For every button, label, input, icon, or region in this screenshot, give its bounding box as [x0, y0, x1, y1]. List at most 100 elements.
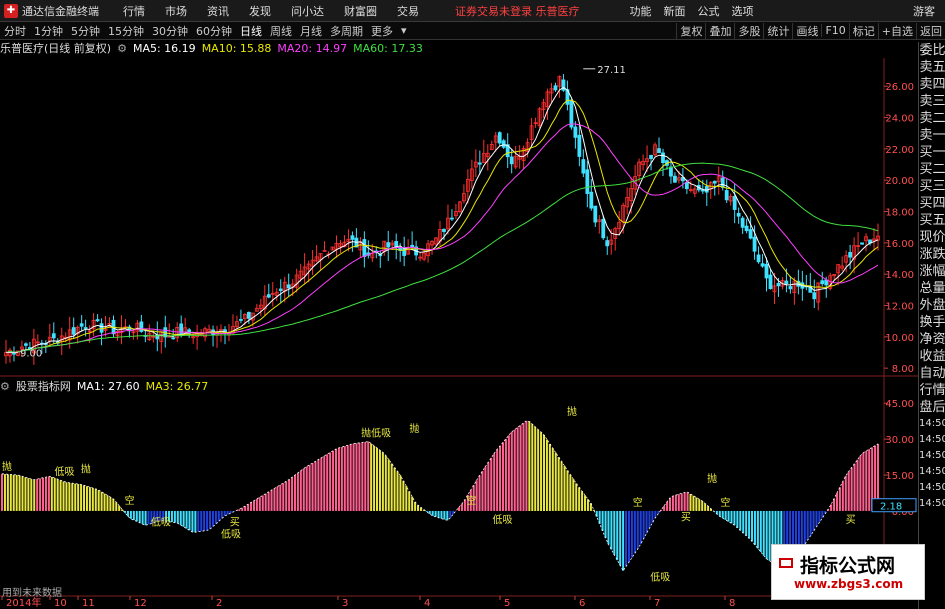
candle-body — [649, 154, 653, 159]
button-f10[interactable]: F10 — [821, 24, 848, 37]
button-overlay[interactable]: 叠加 — [705, 22, 734, 39]
candle-body — [593, 205, 598, 223]
menu-item-ask[interactable]: 问小达 — [291, 3, 324, 19]
button-add-watchlist[interactable]: +自选 — [877, 22, 916, 39]
candle-body — [79, 323, 84, 327]
signal-label: 抛 — [2, 460, 12, 473]
side-panel-label: 委比 — [919, 43, 945, 58]
watermark-url: www.zbgs3.com — [794, 577, 904, 591]
candle-body — [748, 229, 753, 239]
x-tick-label: 6 — [579, 598, 585, 609]
candle-body — [820, 280, 825, 285]
side-panel-label: 卖三 — [919, 94, 945, 109]
signal-label: 买 — [230, 516, 240, 528]
y-tick-label: 15.00 — [885, 471, 914, 482]
side-panel-label: 盘后 — [919, 400, 945, 415]
tab-15min[interactable]: 15分钟 — [104, 23, 148, 39]
candle-body — [171, 337, 176, 340]
tab-5min[interactable]: 5分钟 — [67, 23, 104, 39]
button-multi-stock[interactable]: 多股 — [734, 22, 763, 39]
chart-canvas: 26.00 24.00 22.00 20.00 18.00 16.00 14.00 12.00… — [0, 58, 918, 609]
menu-item-options[interactable]: 选项 — [732, 3, 754, 19]
button-stats[interactable]: 统计 — [763, 22, 792, 39]
ma20-line — [5, 123, 879, 354]
tab-monthly[interactable]: 月线 — [296, 23, 326, 39]
candle-body — [724, 190, 729, 201]
ma1-label: MA1: 27.60 — [76, 379, 140, 393]
annotation-label: 27.11 — [597, 65, 626, 76]
menu-item-function[interactable]: 功能 — [630, 3, 652, 19]
candle-body — [573, 126, 578, 138]
x-tick-label: 7 — [654, 598, 660, 609]
tab-minute-chart[interactable]: 分时 — [0, 23, 30, 39]
quote-side-panel: 委比 卖五 卖四 卖三 卖二 卖一 买一 买二 买三 买四 买五 现价 涨跌 涨幅 总量 外盘 换手 净资 收益 自动… — [918, 42, 945, 609]
signal-label: 低吸 — [221, 527, 241, 540]
menu-item-news[interactable]: 资讯 — [207, 3, 229, 19]
candle-body — [752, 236, 757, 252]
button-draw-line[interactable]: 画线 — [792, 22, 821, 39]
candle-body — [760, 263, 765, 267]
candle-body — [24, 343, 28, 346]
side-panel-label: 自动 — [919, 366, 945, 381]
button-mark[interactable]: 标记 — [848, 22, 878, 39]
chevron-down-icon[interactable]: ▾ — [401, 24, 407, 37]
candle-body — [673, 175, 677, 183]
candle-body — [386, 242, 391, 248]
candle-body — [99, 323, 104, 333]
chart-title: 乐普医疗(日线 前复权) — [0, 42, 112, 55]
button-back[interactable]: 返回 — [916, 22, 945, 39]
side-panel-label: 卖一 — [919, 128, 945, 143]
x-tick-label: 2 — [216, 598, 222, 609]
tab-1min[interactable]: 1分钟 — [30, 23, 67, 39]
candle-body — [239, 319, 243, 321]
candle-body — [860, 242, 864, 245]
candle-body — [246, 311, 251, 319]
menu-item-new-page[interactable]: 新面 — [664, 3, 686, 19]
side-panel-label: 净资 — [919, 332, 945, 347]
y-tick-label: 12.00 — [885, 302, 914, 313]
candle-body — [509, 156, 514, 165]
candle-body — [569, 100, 574, 128]
button-adjust[interactable]: 复权 — [676, 22, 705, 39]
candle-body — [684, 182, 689, 190]
candle-body — [824, 279, 829, 286]
tab-30min[interactable]: 30分钟 — [148, 23, 192, 39]
candle-body — [776, 282, 781, 287]
candle-body — [83, 327, 88, 329]
indicator-title: 股票指标网 — [15, 380, 71, 393]
tab-daily[interactable]: 日线 — [236, 23, 266, 39]
menu-bar: ✚ 通达信金融终端 行情 市场 资讯 发现 问小达 财富圈 交易 证券交易未登录… — [0, 0, 945, 22]
settings-gear-icon[interactable]: ⚙ — [117, 42, 127, 55]
signal-label: 买 — [681, 512, 691, 524]
watermark-icon — [779, 558, 793, 568]
menu-item-formula[interactable]: 公式 — [698, 3, 720, 19]
signal-label: 抛 — [567, 405, 577, 418]
guest-label[interactable]: 游客 — [913, 3, 935, 19]
tab-60min[interactable]: 60分钟 — [192, 23, 236, 39]
tab-more[interactable]: 更多 — [367, 23, 397, 39]
indicator-gear-icon[interactable]: ⚙ — [0, 380, 10, 393]
menu-item-discover[interactable]: 发现 — [249, 3, 271, 19]
y-tick-label: 16.00 — [885, 239, 914, 250]
menu-item-wealth[interactable]: 财富圈 — [344, 3, 377, 19]
tab-multi-period[interactable]: 多周期 — [326, 23, 367, 39]
menu-item-quotes[interactable]: 行情 — [123, 3, 145, 19]
candle-body — [601, 218, 606, 239]
candle-body — [51, 333, 56, 339]
menu-item-trade[interactable]: 交易 — [397, 3, 419, 19]
side-panel-label: 14:50 — [919, 498, 945, 509]
side-panel-label: 14:50 — [919, 434, 945, 445]
candle-body — [266, 294, 271, 298]
candle-body — [712, 180, 717, 184]
side-panel-label: 14:50 — [919, 450, 945, 461]
candle-body — [95, 319, 100, 322]
candle-body — [704, 186, 709, 193]
y-tick-label: 30.00 — [885, 435, 914, 446]
signal-label: 低吸 — [151, 515, 171, 528]
signal-label: 抛 — [409, 422, 419, 435]
signal-label: 买 — [846, 514, 856, 526]
menu-item-market[interactable]: 市场 — [165, 3, 187, 19]
x-tick-label: 3 — [342, 598, 348, 609]
tab-weekly[interactable]: 周线 — [266, 23, 296, 39]
side-panel-label: 现价 — [919, 230, 945, 245]
